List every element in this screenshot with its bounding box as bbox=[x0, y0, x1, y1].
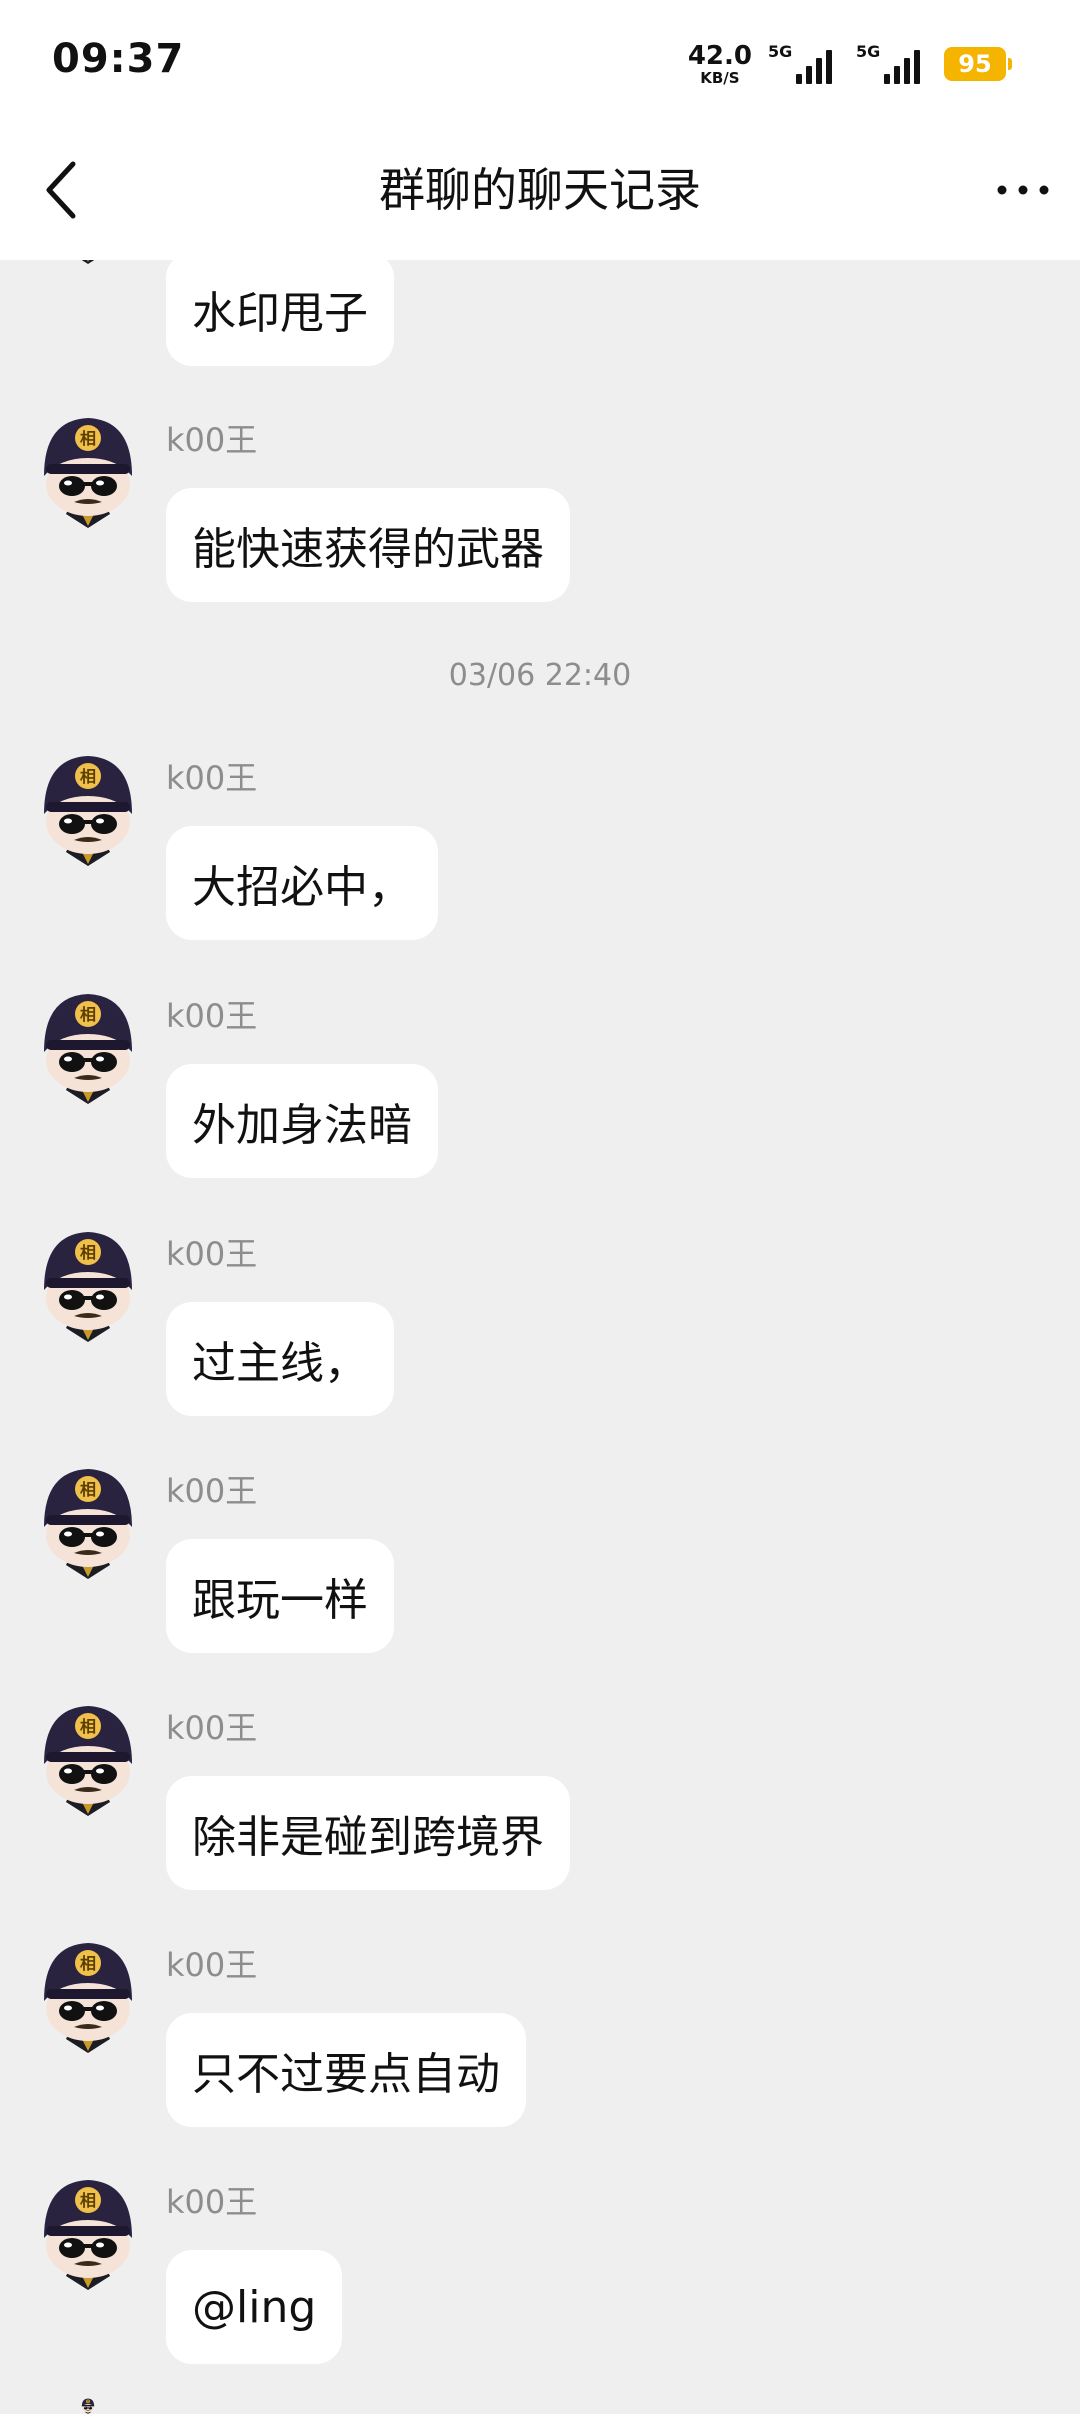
sim2-label: 5G bbox=[856, 42, 881, 61]
status-icons: 42.0 KB/S 5G 5G 95 bbox=[688, 40, 1012, 88]
chevron-left-icon bbox=[46, 161, 76, 219]
sender-name: k00王 bbox=[166, 1235, 258, 1273]
avatar[interactable] bbox=[36, 1939, 140, 2053]
avatar[interactable] bbox=[36, 752, 140, 866]
sender-name: k00王 bbox=[166, 997, 258, 1035]
sender-name: k00王 bbox=[166, 1709, 258, 1747]
message-bubble[interactable]: 大招必中， bbox=[166, 826, 438, 940]
avatar[interactable] bbox=[36, 2398, 140, 2414]
sender-name: k00王 bbox=[166, 759, 258, 797]
message-bubble[interactable]: 跟玩一样 bbox=[166, 1539, 394, 1653]
more-button[interactable] bbox=[988, 160, 1058, 220]
battery-icon: 95 bbox=[944, 47, 1012, 81]
message-bubble[interactable]: 过主线， bbox=[166, 1302, 394, 1416]
network-speed-value: 42.0 bbox=[687, 40, 752, 71]
page-title: 群聊的聊天记录 bbox=[379, 163, 701, 217]
avatar[interactable] bbox=[36, 990, 140, 1104]
sim1-label: 5G bbox=[768, 42, 793, 61]
message-bubble[interactable]: @ling bbox=[166, 2250, 343, 2364]
avatar[interactable] bbox=[36, 2176, 140, 2290]
signal-icon: 5G bbox=[768, 44, 836, 84]
message-bubble[interactable]: 水印甩子 bbox=[166, 252, 394, 366]
avatar[interactable] bbox=[36, 1702, 140, 1816]
sender-name: k00王 bbox=[166, 421, 258, 459]
avatar[interactable] bbox=[36, 1465, 140, 1579]
message-bubble[interactable]: 只不过要点自动 bbox=[166, 2013, 526, 2127]
sender-name: k00王 bbox=[166, 1946, 258, 1984]
message-bubble[interactable]: 除非是碰到跨境界 bbox=[166, 1776, 570, 1890]
top-bar: 09:37 42.0 KB/S 5G 5G 95 群聊的聊天记录 bbox=[0, 0, 1080, 260]
more-icon bbox=[997, 185, 1049, 195]
signal-icon: 5G bbox=[856, 44, 924, 84]
message-bubble[interactable]: 能快速获得的武器 bbox=[166, 488, 570, 602]
message-bubble[interactable]: 外加身法暗 bbox=[166, 1064, 438, 1178]
network-speed-unit: KB/S bbox=[700, 68, 740, 87]
network-speed: 42.0 KB/S bbox=[688, 43, 752, 86]
sender-name: k00王 bbox=[166, 1472, 258, 1510]
message-timestamp: 03/06 22:40 bbox=[448, 658, 632, 693]
chat-history[interactable]: 水印甩子 k00王 能快速获得的武器 03/06 22:40 k00王 大招必中… bbox=[0, 0, 1080, 2414]
avatar[interactable] bbox=[36, 414, 140, 528]
status-time: 09:37 bbox=[52, 36, 185, 82]
avatar[interactable] bbox=[36, 1228, 140, 1342]
back-button[interactable] bbox=[30, 150, 90, 230]
sender-name: k00王 bbox=[166, 2183, 258, 2221]
